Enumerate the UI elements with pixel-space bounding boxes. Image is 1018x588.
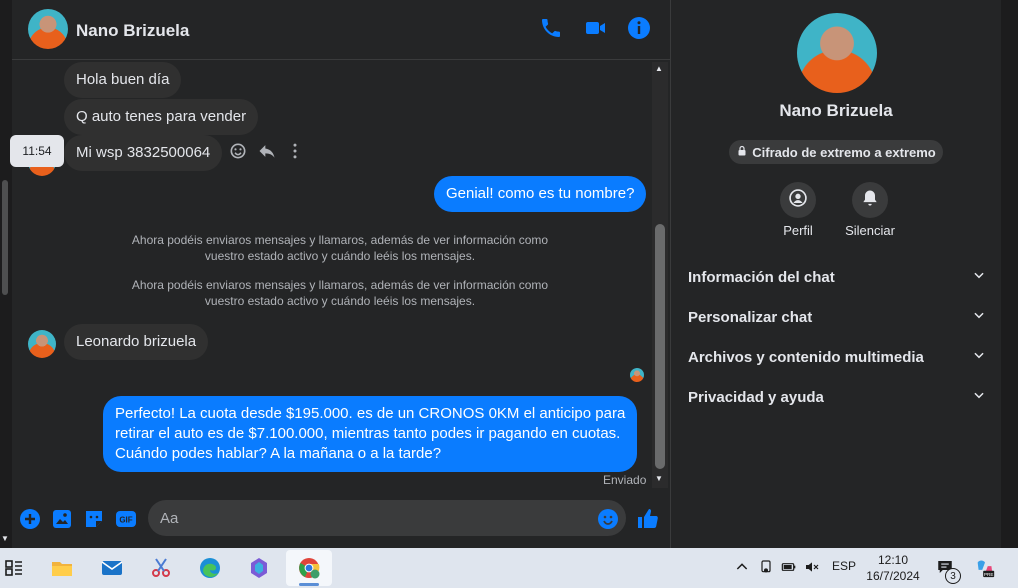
mail-icon[interactable]: [98, 554, 126, 582]
file-explorer-icon[interactable]: [48, 554, 76, 582]
chevron-down-icon: [972, 308, 986, 326]
message-incoming[interactable]: Hola buen día: [64, 62, 182, 98]
system-notice-line: Ahora podéis enviaros mensajes y llamaro…: [131, 233, 549, 247]
message-composer: GIF: [12, 492, 670, 548]
system-notice-line: vuestro estado activo y cuándo leéis los…: [204, 294, 476, 308]
left-scroll-thumb[interactable]: [2, 180, 8, 295]
clock-date: 16/7/2024: [866, 569, 920, 583]
show-hidden-icons-chevron-icon[interactable]: [734, 559, 750, 578]
phone-icon[interactable]: [539, 16, 563, 40]
profile-label[interactable]: Perfil: [758, 223, 838, 238]
section-label: Privacidad y ayuda: [688, 388, 824, 406]
user-icon: [788, 188, 808, 213]
profile-avatar[interactable]: [797, 13, 877, 93]
message-list[interactable]: Hola buen día Q auto tenes para vender M…: [12, 60, 656, 490]
mute-button[interactable]: [852, 182, 888, 218]
mute-label[interactable]: Silenciar: [830, 223, 910, 238]
chat-scroll-thumb[interactable]: [655, 224, 665, 469]
react-emoji-icon[interactable]: [228, 141, 248, 161]
lock-icon: [736, 145, 748, 160]
message-input[interactable]: [148, 500, 626, 536]
left-scroll-down-arrow[interactable]: ▼: [1, 534, 9, 543]
system-clock[interactable]: 12:10 16/7/2024: [862, 552, 924, 584]
message-outgoing[interactable]: Genial! como es tu nombre?: [434, 176, 647, 212]
svg-text:PRE: PRE: [984, 572, 993, 577]
device-icon[interactable]: [758, 559, 774, 578]
message-incoming[interactable]: Mi wsp 3832500064: [64, 135, 223, 171]
snipping-tool-icon[interactable]: [147, 554, 175, 582]
emoji-icon[interactable]: [596, 507, 620, 531]
sender-avatar[interactable]: [28, 330, 56, 358]
section-media-files[interactable]: Archivos y contenido multimedia: [688, 345, 986, 369]
chevron-down-icon: [972, 388, 986, 406]
system-notice-line: vuestro estado activo y cuándo leéis los…: [204, 249, 476, 263]
copilot-pre-icon[interactable]: PRE: [974, 557, 996, 582]
system-notice-line: Ahora podéis enviaros mensajes y llamaro…: [131, 278, 549, 292]
sticker-icon[interactable]: [82, 507, 106, 531]
message-line: Cuándo podes hablar? A la mañana o a la …: [115, 445, 442, 462]
read-receipt-avatar: [630, 368, 644, 382]
chrome-browser-icon[interactable]: [286, 550, 332, 586]
battery-icon[interactable]: [781, 559, 797, 578]
section-customize-chat[interactable]: Personalizar chat: [688, 305, 986, 329]
reply-icon[interactable]: [257, 141, 277, 161]
left-scrollbar[interactable]: ▼: [0, 0, 12, 548]
section-privacy-help[interactable]: Privacidad y ayuda: [688, 385, 986, 409]
messenger-window: ▼ Nano Brizuela Hola buen día Q auto ten…: [0, 0, 1018, 548]
gif-icon[interactable]: GIF: [114, 507, 138, 531]
copilot-icon[interactable]: [245, 554, 273, 582]
profile-button[interactable]: [780, 182, 816, 218]
system-notice: Ahora podéis enviaros mensajes y llamaro…: [120, 277, 560, 309]
gallery-icon[interactable]: [50, 507, 74, 531]
contact-name[interactable]: Nano Brizuela: [76, 21, 189, 41]
notification-count-badge: 3: [945, 568, 961, 584]
clock-time: 12:10: [877, 553, 909, 567]
message-status: Enviado: [603, 473, 647, 487]
message-incoming[interactable]: Leonardo brizuela: [64, 324, 209, 360]
language-indicator[interactable]: ESP: [832, 559, 856, 573]
contact-avatar[interactable]: [28, 9, 68, 49]
encryption-label: Cifrado de extremo a extremo: [752, 144, 936, 160]
chat-header: Nano Brizuela: [12, 0, 670, 60]
svg-text:GIF: GIF: [119, 516, 132, 525]
info-icon[interactable]: [627, 16, 651, 40]
plus-icon[interactable]: [18, 507, 42, 531]
like-thumb-icon[interactable]: [636, 507, 660, 531]
chevron-down-icon: [972, 348, 986, 366]
message-outgoing[interactable]: Perfecto! La cuota desde $195.000. es de…: [103, 396, 638, 472]
profile-name: Nano Brizuela: [779, 101, 893, 120]
section-label: Personalizar chat: [688, 308, 813, 326]
chevron-down-icon: [972, 268, 986, 286]
message-incoming[interactable]: Q auto tenes para vender: [64, 99, 259, 135]
section-label: Información del chat: [688, 268, 835, 286]
chat-scrollbar[interactable]: ▲ ▼: [652, 62, 668, 488]
section-chat-info[interactable]: Información del chat: [688, 265, 986, 289]
message-line: Perfecto! La cuota desde $195.000. es de…: [115, 405, 626, 422]
bell-icon: [860, 188, 880, 213]
encryption-badge[interactable]: Cifrado de extremo a extremo: [729, 140, 943, 164]
scroll-up-arrow[interactable]: ▲: [655, 64, 663, 73]
video-call-icon[interactable]: [583, 16, 607, 40]
task-view-icon[interactable]: [0, 554, 28, 582]
scroll-down-arrow[interactable]: ▼: [655, 474, 663, 483]
system-notice: Ahora podéis enviaros mensajes y llamaro…: [120, 232, 560, 264]
edge-browser-icon[interactable]: [196, 554, 224, 582]
timestamp-tooltip: 11:54: [10, 135, 64, 167]
chat-details-panel: Nano Brizuela Cifrado de extremo a extre…: [671, 0, 1001, 548]
message-line: retirar el auto es de $7.100.000, mientr…: [115, 425, 621, 442]
panel-scrollbar-track[interactable]: [1001, 0, 1018, 548]
more-options-icon[interactable]: [285, 141, 305, 161]
taskbar: ESP 12:10 16/7/2024 3 PRE: [0, 548, 1018, 588]
volume-muted-icon[interactable]: [804, 559, 820, 578]
section-label: Archivos y contenido multimedia: [688, 348, 924, 366]
